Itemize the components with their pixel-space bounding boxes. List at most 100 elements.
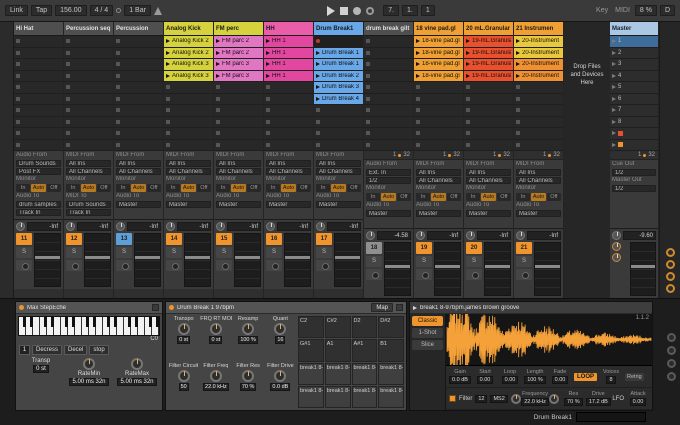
input-channel-select[interactable]: All Channels xyxy=(416,177,461,184)
arm-button[interactable] xyxy=(66,260,82,271)
output-type-label[interactable]: Audio To xyxy=(414,202,463,209)
quantization-menu-icon[interactable] xyxy=(116,8,122,13)
clip-slot[interactable] xyxy=(364,94,413,105)
drum-pad[interactable]: A#1 xyxy=(351,339,378,362)
clip-record-icon[interactable] xyxy=(316,39,320,44)
macro-value[interactable]: 22.0 kHz xyxy=(203,382,229,391)
level-meter[interactable] xyxy=(34,233,61,287)
clip-slot[interactable] xyxy=(514,94,563,105)
param-value[interactable]: 0.0 dB xyxy=(449,376,471,384)
input-source-select[interactable]: All Ins xyxy=(466,169,511,176)
track-activator-button[interactable]: 15 xyxy=(216,233,232,245)
clip-slot[interactable] xyxy=(164,82,213,94)
clip-slot[interactable] xyxy=(414,105,463,117)
clip-slot[interactable] xyxy=(164,140,213,151)
output-dest-select[interactable]: Master xyxy=(466,210,511,217)
input-type-label[interactable]: MIDI From xyxy=(514,161,563,168)
master-pan-knob[interactable] xyxy=(612,231,621,240)
clip-slot[interactable] xyxy=(514,128,563,140)
input-type-label[interactable]: MIDI From xyxy=(464,161,513,168)
clip-slot[interactable] xyxy=(114,82,163,94)
clip-play-icon[interactable] xyxy=(316,50,320,55)
scene-slot[interactable]: 3 xyxy=(610,59,658,71)
drum-pad[interactable]: break1 8-9 xyxy=(298,385,324,408)
clip-play-icon[interactable] xyxy=(416,62,420,67)
monitor-off-button[interactable]: Off xyxy=(146,184,161,192)
macro-knob[interactable] xyxy=(242,323,255,335)
clip-play-icon[interactable] xyxy=(466,73,470,78)
scene-launch-icon[interactable] xyxy=(612,50,616,55)
track-activator-button[interactable]: 16 xyxy=(266,233,282,245)
clip-play-icon[interactable] xyxy=(266,39,270,44)
monitor-off-button[interactable]: Off xyxy=(396,193,411,201)
param-value[interactable]: 100 % xyxy=(524,376,546,384)
pan-knob[interactable] xyxy=(216,222,225,231)
info-view-toggle-icon[interactable] xyxy=(667,359,676,368)
output-type-label[interactable]: Audio To xyxy=(464,202,513,209)
volume-field[interactable]: -Inf xyxy=(477,231,511,240)
clip-slot[interactable]: HH 1 xyxy=(264,47,313,59)
drum-pad[interactable]: D2 xyxy=(351,316,378,339)
simpler-mode-tab[interactable]: 1-Shot xyxy=(412,328,443,338)
time-signature-field[interactable]: 4 / 4 xyxy=(89,5,114,16)
clip-play-icon[interactable] xyxy=(516,39,520,44)
clip-play-icon[interactable] xyxy=(266,62,270,67)
clip-slot[interactable]: 19-mL.Granular xyxy=(464,70,513,82)
track-activator-button[interactable]: 11 xyxy=(16,233,32,245)
monitor-in-button[interactable]: In xyxy=(116,184,131,192)
clip-slot[interactable]: 18-vine pad.gl xyxy=(414,36,463,48)
output-type-label[interactable]: Audio To xyxy=(214,193,263,200)
track-header[interactable]: Analog Kick xyxy=(164,22,213,36)
clip-slot[interactable]: Drum Break 3 xyxy=(314,82,363,94)
solo-button[interactable]: S xyxy=(216,247,232,258)
pan-knob[interactable] xyxy=(466,231,475,240)
arm-button[interactable] xyxy=(466,269,482,280)
io-toggle-icon[interactable] xyxy=(666,248,675,257)
param-value[interactable]: 0.00 xyxy=(551,376,569,384)
clip-slot[interactable] xyxy=(14,128,63,140)
solo-button[interactable]: S xyxy=(366,256,382,267)
sample-preview-icon[interactable] xyxy=(413,305,417,310)
input-type-label[interactable]: MIDI From xyxy=(64,152,113,159)
clip-slot[interactable] xyxy=(164,128,213,140)
monitor-auto-button[interactable]: Auto xyxy=(281,184,296,192)
clip-slot[interactable] xyxy=(214,140,263,151)
clip-slot[interactable] xyxy=(14,48,63,59)
clip-slot[interactable]: 20-Instrument xyxy=(514,47,563,59)
clip-slot[interactable] xyxy=(264,117,313,128)
clip-slot[interactable] xyxy=(464,82,513,94)
output-type-label[interactable]: Audio To xyxy=(164,193,213,200)
volume-field[interactable]: -Inf xyxy=(127,222,161,231)
level-meter[interactable] xyxy=(184,233,211,287)
clip-slot[interactable]: FM parc 2 xyxy=(214,36,263,48)
macro-knob[interactable] xyxy=(177,323,190,335)
clip-slot[interactable] xyxy=(64,59,113,71)
master-track-header[interactable]: Master xyxy=(610,22,658,36)
macro-knob[interactable] xyxy=(177,369,190,382)
clip-slot[interactable] xyxy=(214,82,263,94)
output-dest-select[interactable]: Master xyxy=(266,201,311,208)
pan-knob[interactable] xyxy=(16,222,25,231)
input-type-label[interactable]: MIDI From xyxy=(164,152,213,159)
clip-slot[interactable] xyxy=(364,128,413,140)
macro-value[interactable]: 50 xyxy=(178,382,189,391)
monitor-auto-button[interactable]: Auto xyxy=(131,184,146,192)
drum-pad[interactable]: break1 8-9 xyxy=(351,362,378,385)
pan-knob[interactable] xyxy=(316,222,325,231)
level-meter[interactable] xyxy=(534,242,561,296)
input-channel-select[interactable]: All Channels xyxy=(466,177,511,184)
solo-button[interactable]: S xyxy=(16,247,32,258)
position-sixteenths-field[interactable]: 1 xyxy=(420,5,435,16)
monitor-in-button[interactable]: In xyxy=(466,193,481,201)
monitor-auto-button[interactable]: Auto xyxy=(331,184,346,192)
monitor-auto-button[interactable]: Auto xyxy=(231,184,246,192)
track-activator-button[interactable]: 18 xyxy=(366,242,382,254)
clip-play-icon[interactable] xyxy=(316,73,320,78)
clip-play-icon[interactable] xyxy=(216,73,220,78)
drum-pad[interactable]: G#1 xyxy=(298,339,324,362)
cue-volume-knob[interactable] xyxy=(612,242,621,251)
device-fold-icon[interactable] xyxy=(152,304,159,311)
clip-play-icon[interactable] xyxy=(216,50,220,55)
clip-slot[interactable] xyxy=(14,117,63,128)
lfo-label[interactable]: LFO xyxy=(612,396,624,402)
